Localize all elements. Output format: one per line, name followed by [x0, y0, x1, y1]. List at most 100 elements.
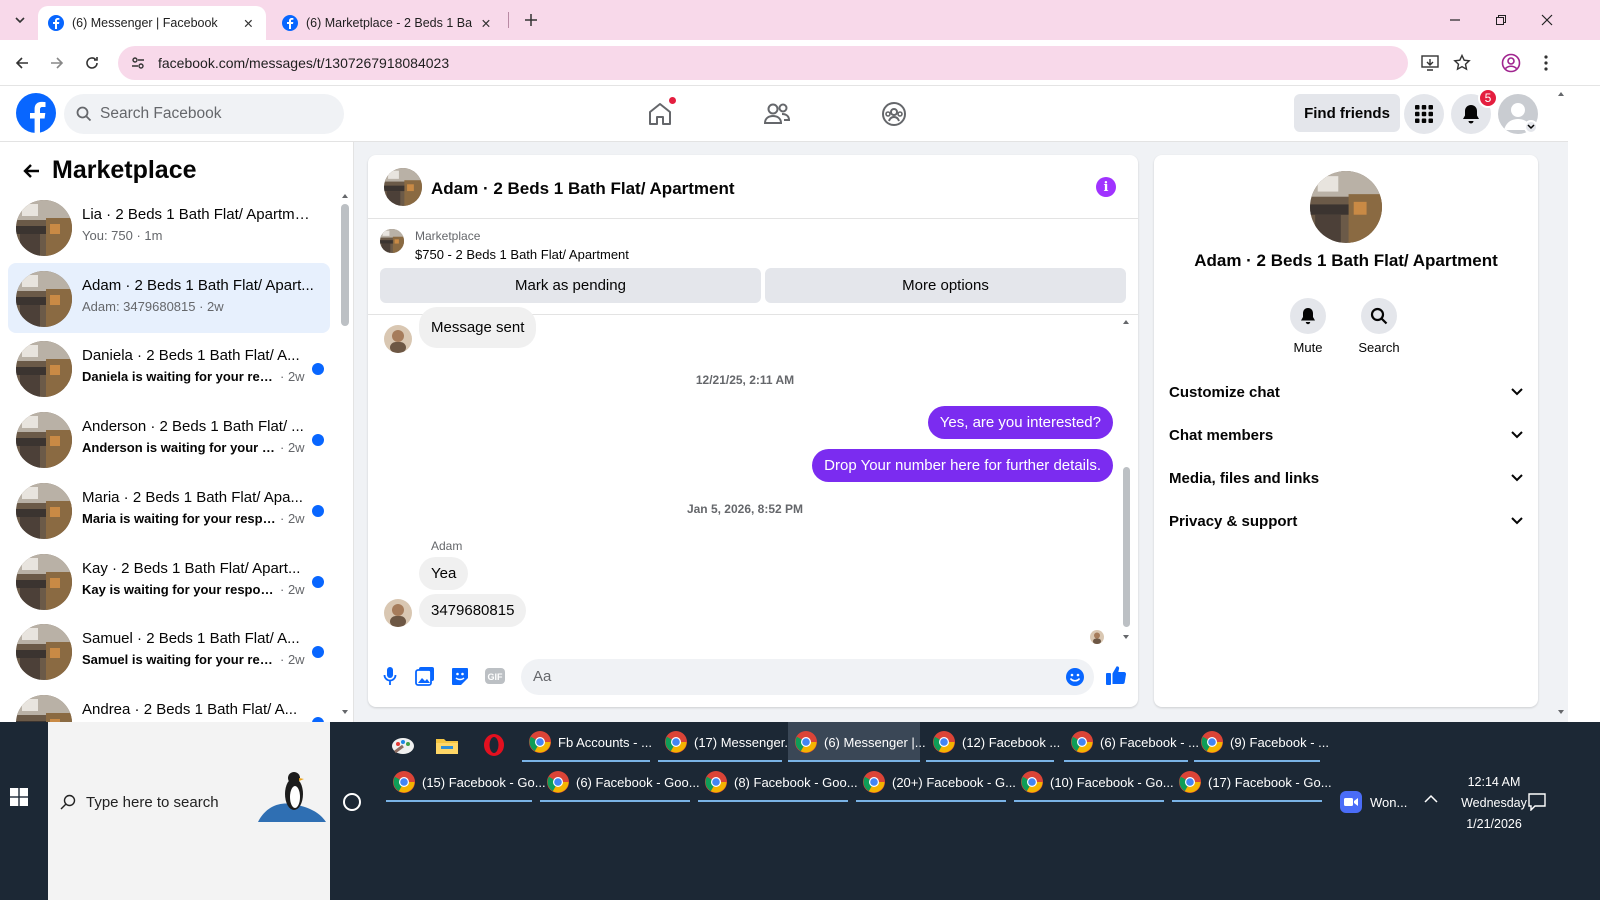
reload-icon[interactable] — [80, 51, 104, 75]
url-omnibox[interactable]: facebook.com/messages/t/1307267918084023 — [118, 46, 1408, 80]
info-icon[interactable]: i — [1096, 177, 1116, 197]
close-tab-icon[interactable]: ✕ — [478, 15, 494, 31]
sender-avatar — [384, 599, 412, 627]
clock-date: 1/21/2026 — [1466, 817, 1522, 831]
taskbar-window-button[interactable]: (9) Facebook - ... — [1194, 722, 1329, 762]
svg-text:GIF: GIF — [488, 672, 504, 682]
forward-arrow-icon[interactable] — [45, 51, 69, 75]
menu-grid-icon[interactable] — [1404, 94, 1444, 134]
mute-button[interactable]: Mute — [1278, 298, 1338, 355]
taskbar-window-button[interactable]: (15) Facebook - Go... — [386, 762, 546, 802]
facebook-search-input[interactable]: Search Facebook — [64, 94, 344, 134]
site-settings-icon[interactable] — [130, 55, 146, 71]
friends-nav-icon[interactable] — [757, 96, 797, 132]
taskbar-underline — [540, 800, 690, 802]
windows-start-icon[interactable] — [10, 788, 36, 814]
page-scrollbar[interactable] — [1554, 86, 1568, 722]
more-options-button[interactable]: More options — [765, 268, 1126, 303]
taskbar-window-label: (9) Facebook - ... — [1230, 734, 1329, 750]
tab-marketplace[interactable]: (6) Marketplace - 2 Beds 1 Bath ✕ — [272, 6, 504, 40]
profile-avatar-large[interactable] — [1310, 171, 1382, 243]
close-window-icon[interactable] — [1524, 0, 1570, 40]
install-app-icon[interactable] — [1418, 51, 1442, 75]
marketplace-listing-bar: Marketplace $750 - 2 Beds 1 Bath Flat/ A… — [368, 219, 1138, 315]
new-tab-plus-icon[interactable] — [520, 9, 542, 31]
find-friends-button[interactable]: Find friends — [1294, 94, 1400, 132]
taskbar-window-button[interactable]: (17) Facebook - Go... — [1172, 762, 1332, 802]
conversation-preview-row: Samuel is waiting for your resp... · 2w — [82, 652, 314, 667]
bookmark-star-icon[interactable] — [1450, 51, 1474, 75]
chevron-down-icon — [1511, 517, 1523, 525]
show-hidden-icons-chevron-icon[interactable] — [1424, 794, 1438, 804]
close-tab-icon[interactable]: ✕ — [241, 15, 256, 31]
conversation-avatar — [16, 412, 72, 468]
search-in-chat-button[interactable]: Search — [1349, 298, 1409, 355]
zoom-app-item[interactable]: Won... — [1340, 782, 1407, 822]
conversation-item[interactable]: Anderson · 2 Beds 1 Bath Flat/ ... Anders… — [8, 404, 330, 474]
message-bubble-incoming: Message sent — [419, 307, 537, 348]
conversation-item[interactable]: Samuel · 2 Beds 1 Bath Flat/ A... Samuel … — [8, 616, 330, 686]
minimize-icon[interactable] — [1432, 0, 1478, 40]
sidebar-scrollbar[interactable] — [341, 192, 349, 722]
chrome-icon — [392, 770, 416, 794]
cortana-circle-icon[interactable] — [343, 793, 361, 811]
message-input[interactable]: Aa — [521, 659, 1094, 695]
opera-browser-icon[interactable] — [479, 730, 509, 760]
chat-title[interactable]: Adam · 2 Beds 1 Bath Flat/ Apartment — [431, 179, 735, 199]
penguin-highlight-icon — [256, 762, 328, 824]
chat-avatar[interactable] — [384, 168, 422, 206]
conversation-name: Samuel · 2 Beds 1 Bath Flat/ A... — [82, 630, 300, 648]
emoji-icon[interactable] — [1065, 667, 1085, 687]
tab-search-chevron-icon[interactable] — [8, 8, 32, 32]
microphone-icon[interactable] — [379, 665, 401, 687]
taskbar-window-button[interactable]: (10) Facebook - Go... — [1014, 762, 1174, 802]
chat-members-section[interactable]: Chat members — [1169, 417, 1523, 453]
thumbs-up-icon[interactable] — [1105, 664, 1127, 686]
back-arrow-icon[interactable] — [10, 51, 34, 75]
conversation-item[interactable]: Lia · 2 Beds 1 Bath Flat/ Apartme... You:… — [8, 192, 330, 262]
taskbar-window-button[interactable]: (17) Messenger... — [658, 722, 795, 762]
gif-icon[interactable]: GIF — [484, 665, 506, 687]
tab-messenger[interactable]: (6) Messenger | Facebook ✕ — [38, 6, 266, 40]
conversation-item[interactable]: Maria · 2 Beds 1 Bath Flat/ Apa... Maria … — [8, 475, 330, 545]
conversation-item[interactable]: Adam · 2 Beds 1 Bath Flat/ Apart... Adam:… — [8, 262, 330, 333]
media-files-links-section[interactable]: Media, files and links — [1169, 460, 1523, 496]
facebook-logo-icon[interactable] — [16, 93, 56, 133]
notification-center-icon[interactable] — [1528, 793, 1546, 811]
listing-title[interactable]: $750 - 2 Beds 1 Bath Flat/ Apartment — [415, 247, 629, 262]
chat-scrollbar[interactable] — [1121, 315, 1131, 645]
conversation-item[interactable]: Andrea · 2 Beds 1 Bath Flat/ A...Andrea … — [8, 687, 330, 722]
listing-thumbnail[interactable] — [380, 229, 404, 253]
file-explorer-icon[interactable] — [432, 730, 462, 760]
profile-icon[interactable] — [1499, 51, 1523, 75]
taskbar-window-button[interactable]: (6) Facebook - Goo... — [540, 762, 700, 802]
taskbar-window-button[interactable]: (8) Facebook - Goo... — [698, 762, 858, 802]
message-input-placeholder: Aa — [533, 668, 552, 685]
taskbar-window-button[interactable]: Fb Accounts - ... — [522, 722, 652, 762]
conversation-name: Daniela · 2 Beds 1 Bath Flat/ A... — [82, 347, 300, 365]
taskbar-search-box[interactable]: Type here to search — [48, 722, 330, 900]
conversation-name: Andrea · 2 Beds 1 Bath Flat/ A... — [82, 700, 298, 718]
conversation-item[interactable]: Kay · 2 Beds 1 Bath Flat/ Apart... Kay is… — [8, 546, 330, 616]
mark-as-pending-button[interactable]: Mark as pending — [380, 268, 761, 303]
taskbar-window-button[interactable]: (12) Facebook ... — [926, 722, 1060, 762]
sidebar-scrollbar-thumb[interactable] — [341, 204, 349, 326]
marketplace-label: Marketplace — [415, 229, 481, 243]
restore-icon[interactable] — [1478, 0, 1524, 40]
taskbar-window-button[interactable]: (6) Facebook - ... — [1064, 722, 1199, 762]
browser-menu-icon[interactable] — [1534, 51, 1558, 75]
customize-chat-section[interactable]: Customize chat — [1169, 374, 1523, 410]
taskbar-underline — [1014, 800, 1164, 802]
paint-app-icon[interactable] — [388, 730, 418, 760]
groups-nav-icon[interactable] — [874, 96, 914, 132]
chat-scrollbar-thumb[interactable] — [1123, 467, 1130, 627]
sticker-icon[interactable] — [449, 665, 471, 687]
home-nav-icon[interactable] — [640, 96, 680, 132]
photo-attach-icon[interactable] — [414, 665, 436, 687]
account-chevron-icon[interactable] — [1524, 120, 1538, 134]
back-arrow-icon[interactable] — [22, 163, 40, 179]
taskbar-window-button[interactable]: (6) Messenger |... — [788, 722, 926, 762]
conversation-item[interactable]: Daniela · 2 Beds 1 Bath Flat/ A... Daniel… — [8, 333, 330, 403]
taskbar-window-button[interactable]: (20+) Facebook - G... — [856, 762, 1016, 802]
privacy-support-section[interactable]: Privacy & support — [1169, 503, 1523, 539]
